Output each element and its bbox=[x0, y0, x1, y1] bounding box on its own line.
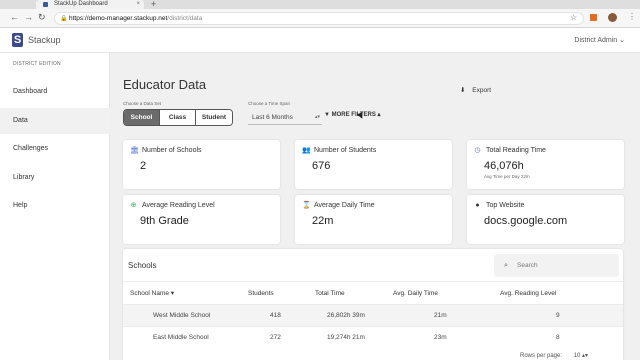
card-value: 2 bbox=[140, 160, 147, 172]
cell-avg-daily-time: 21m bbox=[434, 312, 447, 319]
table-header: School Name ▾ Students Total Time Avg. D… bbox=[123, 281, 623, 304]
column-header-avg-daily-time[interactable]: Avg. Daily Time bbox=[393, 282, 438, 305]
students-icon: 👥 bbox=[302, 147, 311, 154]
column-header-avg-reading-level[interactable]: Avg. Reading Level bbox=[500, 282, 556, 305]
sidebar-item-help[interactable]: Help bbox=[0, 193, 110, 219]
card-value: docs.google.com bbox=[484, 215, 568, 227]
forward-arrow-icon[interactable]: → bbox=[24, 12, 33, 22]
logo-text[interactable]: Stackup bbox=[28, 35, 61, 45]
url-path: /district/data bbox=[167, 15, 203, 22]
search-placeholder: Search bbox=[517, 262, 538, 269]
card-value: 9th Grade bbox=[140, 215, 189, 227]
time-span-value: Last 6 Months bbox=[252, 114, 293, 121]
cell-total-time: 19,274h 21m bbox=[327, 334, 365, 341]
clock-icon: ◷ bbox=[474, 147, 481, 154]
stat-card-daily-time: ⌛ Average Daily Time 22m bbox=[295, 195, 452, 244]
app-header: S Stackup District Admin ⌄ bbox=[0, 28, 640, 53]
stat-card-schools: 🏛 Number of Schools 2 bbox=[123, 140, 280, 189]
user-menu-dropdown[interactable]: District Admin ⌄ bbox=[574, 36, 625, 44]
stat-card-reading-level: ⊕ Average Reading Level 9th Grade bbox=[123, 195, 280, 244]
card-value: 46,076h bbox=[484, 160, 524, 172]
browser-tab[interactable]: StackUp Dashboard × bbox=[36, 0, 144, 9]
schools-table: Schools ⌕ Search School Name ▾ Students … bbox=[123, 249, 623, 360]
cell-school-name: West Middle School bbox=[153, 312, 211, 319]
new-tab-button[interactable]: + bbox=[151, 0, 156, 9]
school-icon: 🏛 bbox=[130, 147, 139, 154]
export-label: Export bbox=[472, 87, 492, 94]
column-header-school-name[interactable]: School Name ▾ bbox=[130, 282, 174, 305]
tab-favicon-icon bbox=[43, 2, 48, 7]
pagination: Rows per page: 10 ▴▾ bbox=[520, 352, 588, 359]
cell-students: 272 bbox=[270, 334, 281, 341]
sidebar-item-data[interactable]: Data bbox=[0, 108, 110, 134]
card-label: Average Daily Time bbox=[314, 202, 375, 209]
table-row[interactable]: West Middle School 418 26,802h 39m 21m 9 bbox=[123, 304, 623, 326]
plus-circle-icon: ⊕ bbox=[130, 202, 137, 209]
card-label: Total Reading Time bbox=[486, 147, 546, 154]
select-arrows-icon: ▴▾ bbox=[314, 114, 320, 120]
sidebar-item-dashboard[interactable]: Dashboard bbox=[0, 79, 110, 105]
back-arrow-icon[interactable]: ← bbox=[10, 12, 19, 22]
cell-total-time: 26,802h 39m bbox=[327, 312, 365, 319]
tab-close-icon[interactable]: × bbox=[136, 0, 140, 9]
main-content: Educator Data ⬇ Export Choose a Data Set… bbox=[110, 53, 640, 360]
browser-tabbar: StackUp Dashboard × + bbox=[0, 0, 640, 9]
card-label: Average Reading Level bbox=[142, 202, 215, 209]
card-subtext: Avg Time per Day 22m bbox=[484, 174, 530, 179]
stat-card-students: 👥 Number of Students 676 bbox=[295, 140, 452, 189]
lock-icon: 🔒 bbox=[60, 16, 68, 22]
url-domain: https://demo-manager.stackup.net bbox=[69, 15, 168, 22]
time-span-select[interactable]: Last 6 Months ▴▾ bbox=[248, 110, 322, 125]
stackup-logo-icon[interactable]: S bbox=[12, 33, 23, 47]
search-input[interactable]: ⌕ Search bbox=[494, 254, 619, 277]
hourglass-icon: ⌛ bbox=[302, 202, 311, 209]
tab-title: StackUp Dashboard bbox=[54, 1, 108, 7]
sidebar-item-challenges[interactable]: Challenges bbox=[0, 136, 110, 162]
card-label: Number of Students bbox=[314, 147, 377, 154]
export-button[interactable]: ⬇ Export bbox=[460, 86, 491, 94]
data-set-student-button[interactable]: Student bbox=[196, 110, 232, 125]
more-filters-button[interactable]: ▼ MORE FILTERS ▴ bbox=[324, 110, 381, 120]
cell-school-name: East Middle School bbox=[153, 334, 209, 341]
address-bar[interactable]: 🔒 https://demo-manager.stackup.net/distr… bbox=[54, 12, 584, 25]
browser-menu-icon[interactable]: ⋮ bbox=[628, 12, 636, 21]
rows-per-page-label: Rows per page: bbox=[520, 353, 563, 359]
column-header-students[interactable]: Students bbox=[248, 282, 274, 305]
card-label: Top Website bbox=[486, 202, 525, 209]
data-set-school-button[interactable]: School bbox=[124, 110, 160, 125]
cell-avg-reading-level: 8 bbox=[556, 334, 560, 341]
sidebar: DISTRICT EDITION Dashboard Data Challeng… bbox=[0, 53, 110, 360]
stat-card-total-reading-time: ◷ Total Reading Time 46,076h Avg Time pe… bbox=[467, 140, 624, 189]
column-header-total-time[interactable]: Total Time bbox=[315, 282, 345, 305]
time-span-label: Choose a Time Span bbox=[248, 101, 291, 106]
cell-students: 418 bbox=[270, 312, 281, 319]
sidebar-item-library[interactable]: Library bbox=[0, 165, 110, 191]
data-set-toggle: School Class Student bbox=[123, 109, 233, 126]
data-set-class-button[interactable]: Class bbox=[160, 110, 196, 125]
browser-toolbar: ← → ↻ 🔒 https://demo-manager.stackup.net… bbox=[0, 9, 640, 28]
card-value: 22m bbox=[312, 215, 334, 227]
cell-avg-reading-level: 9 bbox=[556, 312, 560, 319]
rows-per-page-select[interactable]: 10 ▴▾ bbox=[574, 353, 588, 359]
schools-title: Schools bbox=[128, 261, 157, 270]
page-title: Educator Data bbox=[123, 77, 207, 92]
cell-avg-daily-time: 23m bbox=[434, 334, 447, 341]
bookmark-star-icon[interactable]: ☆ bbox=[570, 13, 577, 22]
card-label: Number of Schools bbox=[142, 147, 202, 154]
edition-label: DISTRICT EDITION bbox=[13, 61, 61, 67]
profile-avatar[interactable] bbox=[608, 13, 617, 22]
reload-icon[interactable]: ↻ bbox=[38, 12, 46, 23]
globe-icon: ● bbox=[475, 202, 480, 209]
extension-icon[interactable] bbox=[590, 14, 597, 21]
card-value: 676 bbox=[312, 160, 331, 172]
search-icon: ⌕ bbox=[504, 262, 508, 269]
table-row[interactable]: East Middle School 272 19,274h 21m 23m 8 bbox=[123, 326, 623, 348]
stat-card-top-website: ● Top Website docs.google.com bbox=[467, 195, 624, 244]
data-set-label: Choose a Data Set bbox=[123, 101, 162, 106]
download-icon: ⬇ bbox=[460, 87, 466, 94]
